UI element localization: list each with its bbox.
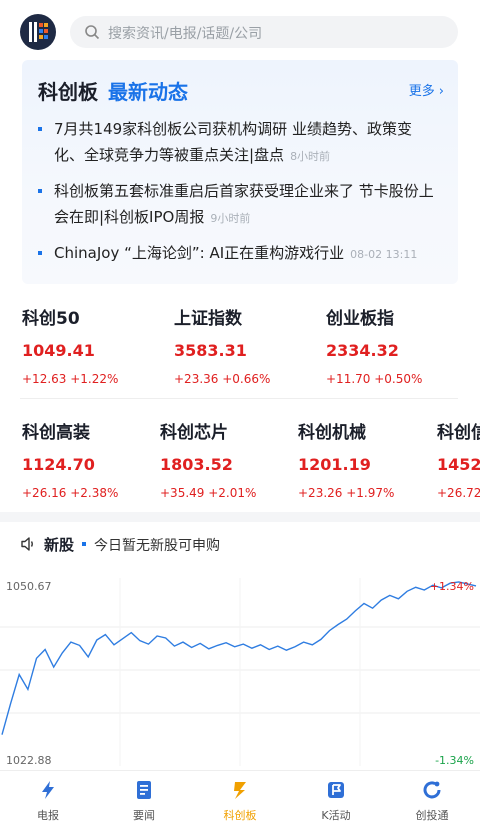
index-value: 2334.32 xyxy=(326,341,399,360)
tab-label: K活动 xyxy=(321,809,351,822)
price-line xyxy=(1,581,477,735)
index-name: 科创信 xyxy=(437,423,480,443)
divider xyxy=(20,398,458,399)
index-value: 1452. xyxy=(437,455,480,474)
index-value: 1124.70 xyxy=(22,455,95,474)
speaker-icon xyxy=(21,537,33,551)
bullet-icon xyxy=(38,127,42,131)
chevron-right-icon: › xyxy=(438,84,444,99)
index-value: 1201.19 xyxy=(298,455,371,474)
ipo-label: 新股 xyxy=(44,536,75,554)
index-change: +11.70 +0.50% xyxy=(326,372,423,386)
pct-min-label: -1.34% xyxy=(435,754,474,767)
index-value: 3583.31 xyxy=(174,341,247,360)
tab-kactivity[interactable]: K活动 xyxy=(288,771,384,827)
index-name: 科创机械 xyxy=(298,423,366,443)
index-card-cyb[interactable]: 创业板指 2334.32 +11.70 +0.50% xyxy=(326,304,422,386)
index-value: 1803.52 xyxy=(160,455,233,474)
search-bar[interactable]: 搜索资讯/电报/话题/公司 xyxy=(70,16,458,48)
news-time: 8小时前 xyxy=(290,150,331,163)
news-text: 7月共149家科创板公司获机构调研 业绩趋势、政策变化、全球竞争力等被重点关注|… xyxy=(54,120,412,164)
index-name: 科创50 xyxy=(22,309,80,329)
intraday-chart[interactable]: 1050.67 1022.88 +1.34% -1.34% xyxy=(0,570,480,770)
index-value: 1049.41 xyxy=(22,341,95,360)
news-item[interactable]: 科创板第五套标准重启后首家获受理企业来了 节卡股份上会在即|科创板IPO周报 9小… xyxy=(38,178,438,232)
index-card-sh[interactable]: 上证指数 3583.31 +23.36 +0.66% xyxy=(174,304,270,386)
index-change: +23.26 +1.97% xyxy=(298,486,395,500)
refresh-icon xyxy=(423,781,441,799)
index-name: 科创芯片 xyxy=(160,423,228,443)
bullet-icon xyxy=(38,251,42,255)
index-card-kcx[interactable]: 科创信 1452. +26.72 xyxy=(437,418,480,500)
index-card-kc50[interactable]: 科创50 1049.41 +12.63 +1.22% xyxy=(22,304,118,386)
app-logo[interactable] xyxy=(20,14,56,50)
document-icon xyxy=(137,781,151,799)
tab-telegraph[interactable]: 电报 xyxy=(0,771,96,827)
news-panel: 科创板 最新动态 更多 › 7月共149家科创板公司获机构调研 业绩趋势、政策变化… xyxy=(22,60,458,284)
tab-news[interactable]: 要闻 xyxy=(96,771,192,827)
lightning-icon xyxy=(42,781,54,799)
flag-icon xyxy=(328,782,344,798)
index-change: +12.63 +1.22% xyxy=(22,372,119,386)
index-name: 科创高装 xyxy=(22,423,90,443)
ipo-message: 今日暂无新股可申购 xyxy=(94,538,220,554)
news-item[interactable]: ChinaJoy “上海论剑”: AI正在重构游戏行业 08-02 13:11 xyxy=(38,240,438,268)
index-change: +35.49 +2.01% xyxy=(160,486,257,500)
more-link[interactable]: 更多 › xyxy=(409,80,444,99)
pct-max-label: +1.34% xyxy=(429,580,474,593)
search-placeholder: 搜索资讯/电报/话题/公司 xyxy=(108,26,263,42)
bottom-tab-bar: 电报 要闻 科创板 K活动 创投通 xyxy=(0,770,480,827)
bullet-icon xyxy=(38,189,42,193)
search-icon xyxy=(85,25,100,40)
section-gap xyxy=(0,512,480,522)
news-title: 科创板 xyxy=(38,80,98,104)
index-name: 创业板指 xyxy=(326,309,394,329)
tab-venture[interactable]: 创投通 xyxy=(384,771,480,827)
news-text: ChinaJoy “上海论剑”: AI正在重构游戏行业 xyxy=(54,244,345,262)
tab-label: 要闻 xyxy=(133,809,155,822)
index-card-kcxp[interactable]: 科创芯片 1803.52 +35.49 +2.01% xyxy=(160,418,256,500)
y-max-label: 1050.67 xyxy=(6,580,52,593)
bullet-icon xyxy=(82,542,86,546)
news-time: 08-02 13:11 xyxy=(350,248,418,261)
chart-canvas xyxy=(0,578,480,766)
y-min-label: 1022.88 xyxy=(6,754,52,767)
news-item[interactable]: 7月共149家科创板公司获机构调研 业绩趋势、政策变化、全球竞争力等被重点关注|… xyxy=(38,116,438,170)
news-subtitle: 最新动态 xyxy=(108,80,188,104)
news-time: 9小时前 xyxy=(210,212,251,225)
tab-label: 创投通 xyxy=(415,809,449,822)
kechuang-icon xyxy=(234,782,246,799)
index-change: +26.16 +2.38% xyxy=(22,486,119,500)
header: 搜索资讯/电报/话题/公司 xyxy=(0,0,480,62)
index-name: 上证指数 xyxy=(174,309,242,329)
tab-kechuang[interactable]: 科创板 xyxy=(192,771,288,827)
index-card-kcjx[interactable]: 科创机械 1201.19 +23.26 +1.97% xyxy=(298,418,394,500)
tab-label: 电报 xyxy=(37,809,59,822)
index-change: +26.72 xyxy=(437,486,480,500)
index-card-kcgz[interactable]: 科创高装 1124.70 +26.16 +2.38% xyxy=(22,418,118,500)
index-change: +23.36 +0.66% xyxy=(174,372,271,386)
tab-label: 科创板 xyxy=(223,809,257,822)
